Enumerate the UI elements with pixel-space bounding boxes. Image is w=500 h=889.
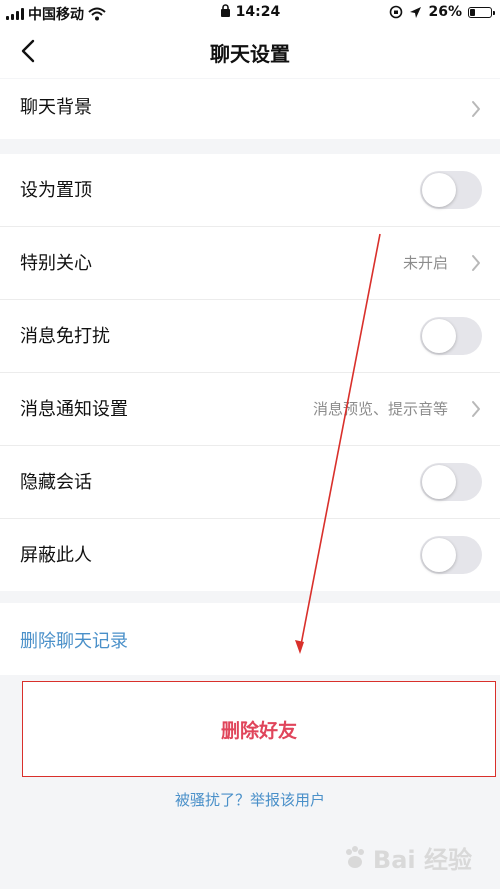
nav-bar: 聊天设置	[0, 26, 500, 78]
delete-friend-label: 删除好友	[220, 720, 297, 742]
row-label: 特别关心	[20, 253, 92, 274]
pin-top-toggle[interactable]	[420, 171, 482, 209]
battery-fill	[470, 8, 475, 16]
lock-icon	[220, 4, 230, 17]
do-not-disturb-toggle[interactable]	[420, 317, 482, 355]
clear-history-section: 删除聊天记录	[0, 603, 500, 675]
watermark-text: Bai 经验	[372, 846, 472, 874]
row-notification-settings[interactable]: 消息通知设置 消息预览、提示音等	[0, 373, 500, 446]
chevron-right-icon	[472, 401, 480, 417]
row-label: 屏蔽此人	[20, 545, 92, 566]
row-block-user[interactable]: 屏蔽此人	[0, 519, 500, 591]
paw-logo-icon	[345, 845, 364, 868]
status-time: 14:24	[235, 4, 281, 20]
toggle-knob	[422, 538, 456, 572]
row-label: 消息免打扰	[20, 326, 110, 347]
row-value: 未开启	[402, 254, 448, 272]
status-bar: 中国移动 14:24 26%	[0, 0, 500, 26]
toggle-knob	[422, 465, 456, 499]
row-special-care[interactable]: 特别关心 未开启	[0, 227, 500, 300]
battery-percent: 26%	[428, 4, 462, 20]
battery-icon	[468, 6, 495, 18]
report-user-link[interactable]: 被骚扰了？举报该用户	[0, 789, 500, 810]
row-label: 设为置顶	[20, 180, 92, 201]
hide-conversation-toggle[interactable]	[420, 463, 482, 501]
chevron-right-icon	[472, 101, 480, 117]
row-value: 消息预览、提示音等	[312, 400, 448, 418]
row-hide-conversation[interactable]: 隐藏会话	[0, 446, 500, 519]
settings-section: 设为置顶 特别关心 未开启 消息免打扰 消息通知设置 消息预览、提示音等 隐藏会…	[0, 154, 500, 591]
chevron-right-icon	[472, 255, 480, 271]
row-pin-top[interactable]: 设为置顶	[0, 154, 500, 227]
clear-history-label: 删除聊天记录	[20, 631, 128, 652]
row-chat-background[interactable]: 聊天背景	[0, 79, 500, 139]
baidu-watermark: Bai 经验	[341, 840, 472, 875]
toggle-knob	[422, 319, 456, 353]
delete-friend-button[interactable]: 删除好友	[22, 681, 496, 777]
background-section: 聊天背景	[0, 79, 500, 139]
row-label: 消息通知设置	[20, 399, 128, 420]
orientation-lock-icon	[390, 5, 403, 19]
block-user-toggle[interactable]	[420, 536, 482, 574]
location-icon	[410, 6, 422, 18]
status-right: 26%	[389, 4, 495, 20]
clear-history-button[interactable]: 删除聊天记录	[0, 603, 500, 675]
page-title: 聊天设置	[210, 42, 290, 66]
row-label: 聊天背景	[20, 97, 92, 118]
toggle-knob	[422, 173, 456, 207]
row-label: 隐藏会话	[20, 472, 92, 493]
row-do-not-disturb[interactable]: 消息免打扰	[0, 300, 500, 373]
